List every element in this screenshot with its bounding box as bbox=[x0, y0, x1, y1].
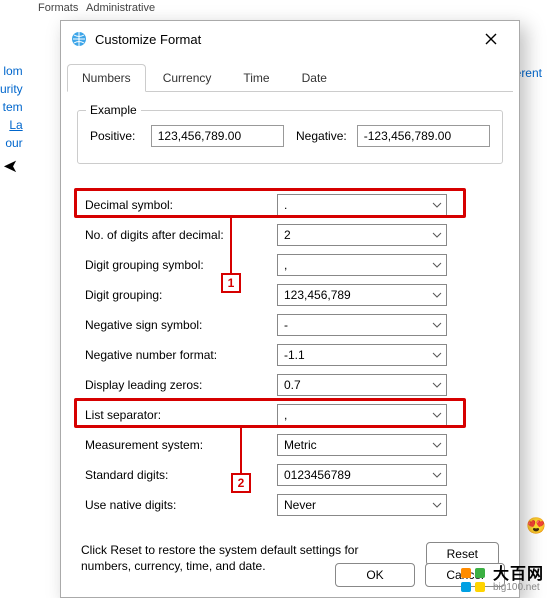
negative-sign-symbol-combo[interactable]: - bbox=[277, 314, 447, 336]
tab-currency[interactable]: Currency bbox=[148, 63, 227, 91]
positive-label: Positive: bbox=[90, 129, 145, 143]
dialog-body: Example Positive: 123,456,789.00 Negativ… bbox=[61, 92, 519, 584]
watermark: 大百网 big100.net bbox=[459, 566, 544, 594]
annotation-callout-2: 2 bbox=[231, 473, 251, 493]
close-icon bbox=[485, 33, 497, 45]
watermark-logo-icon bbox=[459, 566, 487, 594]
chevron-down-icon bbox=[432, 292, 442, 298]
tab-strip: Numbers Currency Time Date bbox=[67, 57, 513, 92]
annotation-callout-1: 1 bbox=[221, 273, 241, 293]
chevron-down-icon bbox=[432, 382, 442, 388]
settings-form: Decimal symbol: . No. of digits after de… bbox=[77, 190, 503, 520]
chevron-down-icon bbox=[432, 442, 442, 448]
dialog-title: Customize Format bbox=[95, 32, 201, 47]
digit-grouping-symbol-combo[interactable]: , bbox=[277, 254, 447, 276]
display-leading-zeros-label: Display leading zeros: bbox=[77, 378, 277, 392]
chevron-down-icon bbox=[432, 232, 442, 238]
bg-link[interactable]: La bbox=[9, 118, 22, 132]
negative-number-format-label: Negative number format: bbox=[77, 348, 277, 362]
bg-tab-admin: Administrative bbox=[80, 0, 161, 16]
chevron-down-icon bbox=[432, 472, 442, 478]
digits-after-decimal-combo[interactable]: 2 bbox=[277, 224, 447, 246]
example-legend: Example bbox=[86, 103, 141, 117]
annotation-highlight-1 bbox=[74, 188, 466, 218]
ok-button[interactable]: OK bbox=[335, 563, 415, 587]
cursor-icon: ➤ bbox=[3, 156, 18, 177]
close-button[interactable] bbox=[471, 25, 511, 53]
bg-emoji: 😍 bbox=[526, 516, 546, 536]
tab-date[interactable]: Date bbox=[287, 63, 342, 91]
customize-format-dialog: Customize Format Numbers Currency Time D… bbox=[60, 20, 520, 598]
use-native-digits-combo[interactable]: Never bbox=[277, 494, 447, 516]
tab-numbers[interactable]: Numbers bbox=[67, 64, 146, 92]
digit-grouping-label: Digit grouping: bbox=[77, 288, 277, 302]
tab-time[interactable]: Time bbox=[228, 63, 284, 91]
negative-label: Negative: bbox=[296, 129, 351, 143]
annotation-line-1 bbox=[230, 218, 232, 273]
negative-sign-symbol-label: Negative sign symbol: bbox=[77, 318, 277, 332]
standard-digits-combo[interactable]: 0123456789 bbox=[277, 464, 447, 486]
watermark-url: big100.net bbox=[493, 583, 544, 593]
positive-value: 123,456,789.00 bbox=[151, 125, 284, 147]
globe-icon bbox=[71, 31, 87, 47]
negative-value: -123,456,789.00 bbox=[357, 125, 490, 147]
annotation-line-2 bbox=[240, 428, 242, 473]
display-leading-zeros-combo[interactable]: 0.7 bbox=[277, 374, 447, 396]
example-group: Example Positive: 123,456,789.00 Negativ… bbox=[77, 110, 503, 164]
digit-grouping-symbol-label: Digit grouping symbol: bbox=[77, 258, 277, 272]
measurement-system-label: Measurement system: bbox=[77, 438, 277, 452]
dialog-titlebar: Customize Format bbox=[61, 21, 519, 57]
bg-tab-formats: Formats bbox=[32, 0, 84, 16]
chevron-down-icon bbox=[432, 352, 442, 358]
digit-grouping-combo[interactable]: 123,456,789 bbox=[277, 284, 447, 306]
watermark-title: 大百网 bbox=[493, 567, 544, 583]
chevron-down-icon bbox=[432, 322, 442, 328]
digits-after-decimal-label: No. of digits after decimal: bbox=[77, 228, 277, 242]
negative-number-format-combo[interactable]: -1.1 bbox=[277, 344, 447, 366]
annotation-highlight-2 bbox=[74, 398, 466, 428]
measurement-system-combo[interactable]: Metric bbox=[277, 434, 447, 456]
use-native-digits-label: Use native digits: bbox=[77, 498, 277, 512]
chevron-down-icon bbox=[432, 502, 442, 508]
chevron-down-icon bbox=[432, 262, 442, 268]
bg-left-column: lom urity tem La our bbox=[0, 60, 27, 154]
